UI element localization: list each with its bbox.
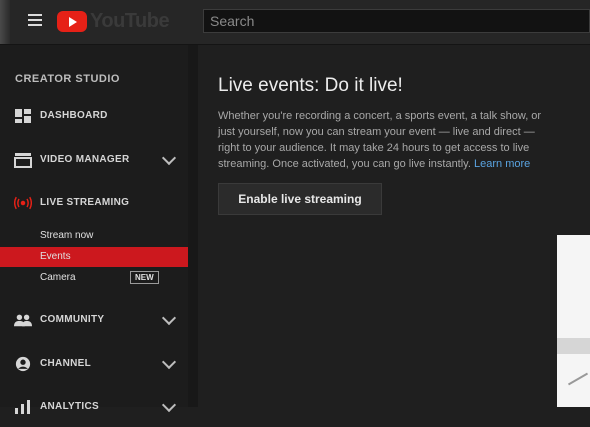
new-badge: NEW: [130, 271, 159, 284]
top-bar: YouTube Search: [0, 0, 590, 45]
sidebar-title: CREATOR STUDIO: [15, 73, 120, 85]
youtube-logo[interactable]: YouTube: [57, 9, 170, 32]
logo-text: YouTube: [90, 9, 170, 32]
search-input[interactable]: Search: [203, 9, 590, 33]
sidebar-item-live-streaming[interactable]: LIVE STREAMING: [0, 183, 188, 223]
main-content: Live events: Do it live! Whether you're …: [198, 45, 558, 407]
sidebar-item-label: COMMUNITY: [40, 314, 105, 325]
sub-item-label: Stream now: [40, 230, 94, 241]
sub-item-stream-now[interactable]: Stream now: [0, 226, 188, 246]
channel-icon: [15, 356, 31, 372]
sidebar-item-video-manager[interactable]: VIDEO MANAGER: [0, 140, 188, 180]
youtube-play-icon: [57, 10, 87, 32]
sidebar-item-analytics[interactable]: ANALYTICS: [0, 387, 188, 427]
sub-item-label: Events: [40, 251, 71, 262]
chevron-down-icon[interactable]: [161, 397, 177, 413]
analytics-icon: [15, 400, 30, 414]
enable-live-streaming-button[interactable]: Enable live streaming: [218, 183, 382, 215]
video-manager-icon: [14, 153, 32, 168]
dashboard-icon: [15, 109, 31, 123]
live-icon: [14, 196, 32, 210]
chevron-down-icon[interactable]: [161, 150, 177, 166]
sidebar-item-label: DASHBOARD: [40, 110, 108, 121]
sidebar-item-label: LIVE STREAMING: [40, 197, 130, 208]
community-icon: [14, 314, 32, 327]
page-description: Whether you're recording a concert, a sp…: [218, 108, 558, 172]
overlay-panel-bar: [557, 338, 590, 354]
page-title: Live events: Do it live!: [218, 75, 403, 96]
sidebar-item-label: CHANNEL: [40, 358, 91, 369]
sub-item-camera[interactable]: Camera NEW: [0, 268, 188, 288]
chevron-down-icon[interactable]: [161, 310, 177, 326]
sidebar-item-label: VIDEO MANAGER: [40, 154, 130, 165]
learn-more-link[interactable]: Learn more: [474, 158, 530, 170]
sidebar-item-channel[interactable]: CHANNEL: [0, 344, 188, 384]
sub-item-events[interactable]: Events: [0, 247, 188, 267]
sub-item-label: Camera: [40, 272, 76, 283]
sidebar-item-dashboard[interactable]: DASHBOARD: [0, 96, 188, 136]
sidebar-divider: [188, 45, 198, 407]
sidebar-item-community[interactable]: COMMUNITY: [0, 300, 188, 340]
hamburger-icon[interactable]: [28, 14, 44, 28]
window-edge: [0, 0, 10, 44]
sidebar: CREATOR STUDIO DASHBOARD VIDEO MANAGER L…: [0, 45, 188, 414]
chevron-down-icon[interactable]: [161, 354, 177, 370]
